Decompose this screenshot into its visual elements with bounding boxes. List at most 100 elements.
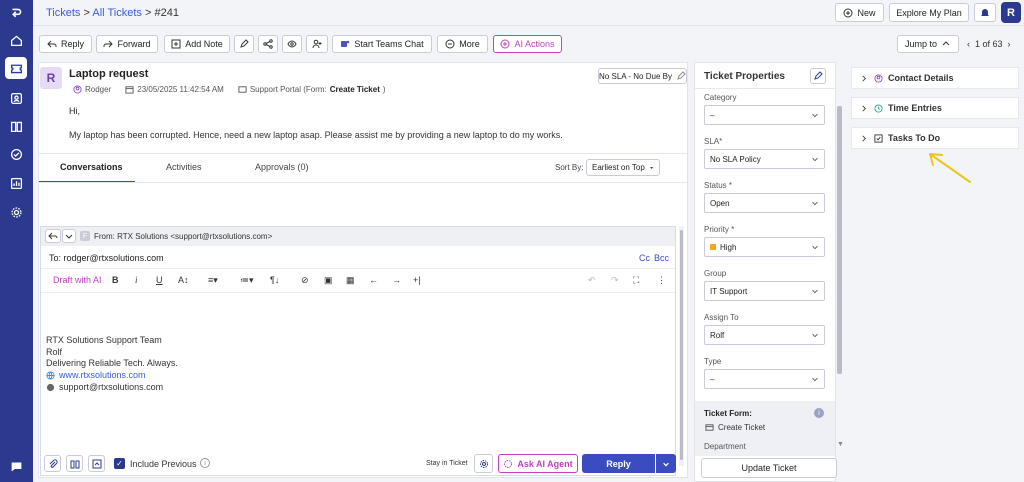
sla-select[interactable]: No SLA Policy [704, 149, 825, 169]
chevron-down-icon [812, 289, 818, 294]
breadcrumb-all-tickets[interactable]: All Tickets [92, 7, 142, 19]
share-button[interactable] [258, 35, 278, 53]
ordered-list-icon[interactable]: ≡▾ [208, 275, 218, 286]
kb-insert-button[interactable] [66, 455, 83, 472]
ticket-date: 23/05/2025 11:42:54 AM [137, 85, 224, 94]
forward-button[interactable]: Forward [96, 35, 158, 53]
info-icon[interactable]: i [814, 408, 824, 418]
indent-icon[interactable]: → [392, 275, 401, 285]
edit-properties-button[interactable] [810, 68, 826, 84]
watch-button[interactable] [282, 35, 302, 53]
composer-scrollbar[interactable] [680, 230, 683, 460]
sla-value: No SLA Policy [710, 154, 761, 164]
tab-activities[interactable]: Activities [166, 162, 202, 172]
image-icon[interactable]: ▣ [324, 275, 333, 286]
tasks-to-do-accordion[interactable]: Tasks To Do [851, 127, 1019, 149]
signature-website[interactable]: www.rtxsolutions.com [59, 370, 146, 380]
stay-in-ticket-settings[interactable] [474, 454, 493, 473]
bold-icon[interactable]: B [112, 275, 119, 285]
jump-to-button[interactable]: Jump to [897, 35, 959, 53]
category-label: Category [704, 93, 737, 102]
paperclip-icon [49, 458, 58, 468]
from-address[interactable]: From: RTX Solutions <support@rtxsolution… [94, 232, 272, 241]
update-ticket-label: Update Ticket [741, 463, 797, 473]
chat-icon[interactable] [8, 458, 24, 474]
status-select[interactable]: Open [704, 193, 825, 213]
draft-with-ai-button[interactable]: Draft with AI [53, 275, 102, 285]
time-entries-accordion[interactable]: Time Entries [851, 97, 1019, 119]
tickets-icon[interactable] [5, 57, 27, 79]
type-select[interactable]: – [704, 369, 825, 389]
avatar[interactable]: R [1001, 2, 1021, 23]
edit-button[interactable] [234, 35, 254, 53]
reply-arrow-icon [48, 232, 58, 240]
reply-type-button[interactable] [45, 229, 61, 243]
reply-button[interactable]: Reply [39, 35, 92, 53]
reply-options-dropdown[interactable] [656, 454, 676, 473]
logo-icon[interactable] [8, 5, 24, 21]
ai-actions-button[interactable]: AI Actions [493, 35, 562, 53]
undo-icon[interactable]: ↶ [588, 275, 596, 286]
font-size-icon[interactable]: A↕ [178, 275, 189, 285]
horizontal-rule-icon[interactable]: +| [413, 275, 421, 285]
tab-conversations[interactable]: Conversations [60, 162, 123, 172]
attach-button[interactable] [44, 455, 61, 472]
home-icon[interactable] [8, 32, 24, 48]
signature-name: Rolf [46, 347, 63, 357]
notifications-button[interactable] [974, 3, 996, 22]
requester-meta[interactable]: Rodger [73, 85, 111, 94]
prev-page-icon[interactable]: ‹ [967, 39, 970, 49]
table-icon[interactable]: ▦ [346, 275, 355, 286]
sla-badge-text: No SLA - No Due By [599, 71, 672, 81]
paragraph-icon[interactable]: ¶↓ [270, 275, 279, 285]
category-select[interactable]: – [704, 105, 825, 125]
add-note-button[interactable]: Add Note [164, 35, 230, 53]
breadcrumb-tickets[interactable]: Tickets [46, 7, 80, 19]
group-value: IT Support [710, 286, 748, 296]
reply-send-button[interactable]: Reply [582, 454, 655, 473]
update-ticket-button[interactable]: Update Ticket [701, 458, 837, 478]
contact-details-accordion[interactable]: Contact Details [851, 67, 1019, 89]
bcc-link[interactable]: Bcc [654, 253, 669, 263]
canned-response-button[interactable] [88, 455, 105, 472]
bullet-list-icon[interactable]: ≔▾ [240, 275, 254, 286]
to-field[interactable]: To: rodger@rtxsolutions.com [49, 253, 164, 263]
sort-select[interactable]: Earliest on Top [586, 159, 660, 176]
more-vertical-icon[interactable]: ⋮ [657, 275, 666, 286]
reports-icon[interactable] [8, 175, 24, 191]
reply-type-dropdown[interactable] [62, 229, 76, 243]
sla-badge[interactable]: No SLA - No Due By [598, 68, 687, 84]
source-form: Create Ticket [329, 85, 380, 94]
type-value: – [710, 374, 715, 384]
explore-plan-button[interactable]: Explore My Plan [889, 3, 969, 22]
info-icon[interactable]: i [200, 458, 210, 468]
add-user-button[interactable] [306, 35, 328, 53]
outdent-icon[interactable]: ← [369, 275, 378, 285]
settings-icon[interactable] [8, 204, 24, 220]
assign-to-value: Rolf [710, 330, 725, 340]
contacts-icon[interactable] [8, 90, 24, 106]
requester-avatar: R [40, 67, 62, 89]
contact-details-label: Contact Details [888, 73, 954, 83]
priority-select[interactable]: High [704, 237, 825, 257]
knowledge-base-icon[interactable] [8, 118, 24, 134]
sla-label: SLA* [704, 137, 723, 146]
properties-scrollbar[interactable] [837, 106, 842, 374]
start-teams-chat-button[interactable]: Start Teams Chat [332, 35, 432, 53]
ask-ai-agent-button[interactable]: Ask AI Agent [498, 454, 578, 473]
next-page-icon[interactable]: › [1008, 39, 1011, 49]
italic-icon[interactable]: i [135, 275, 138, 285]
redo-icon[interactable]: ↷ [611, 275, 619, 286]
assign-to-select[interactable]: Rolf [704, 325, 825, 345]
underline-icon[interactable]: U [156, 275, 163, 285]
scroll-down-icon[interactable]: ▼ [837, 441, 844, 448]
cc-link[interactable]: Cc [639, 253, 650, 263]
group-select[interactable]: IT Support [704, 281, 825, 301]
new-button[interactable]: New [835, 3, 884, 22]
link-icon[interactable]: ⊘ [301, 275, 309, 286]
tab-approvals[interactable]: Approvals (0) [255, 162, 309, 172]
tasks-icon[interactable] [8, 146, 24, 162]
include-previous-checkbox[interactable]: ✓ [114, 458, 125, 469]
fullscreen-icon[interactable]: ⛶ [633, 275, 639, 286]
more-button[interactable]: More [437, 35, 488, 53]
